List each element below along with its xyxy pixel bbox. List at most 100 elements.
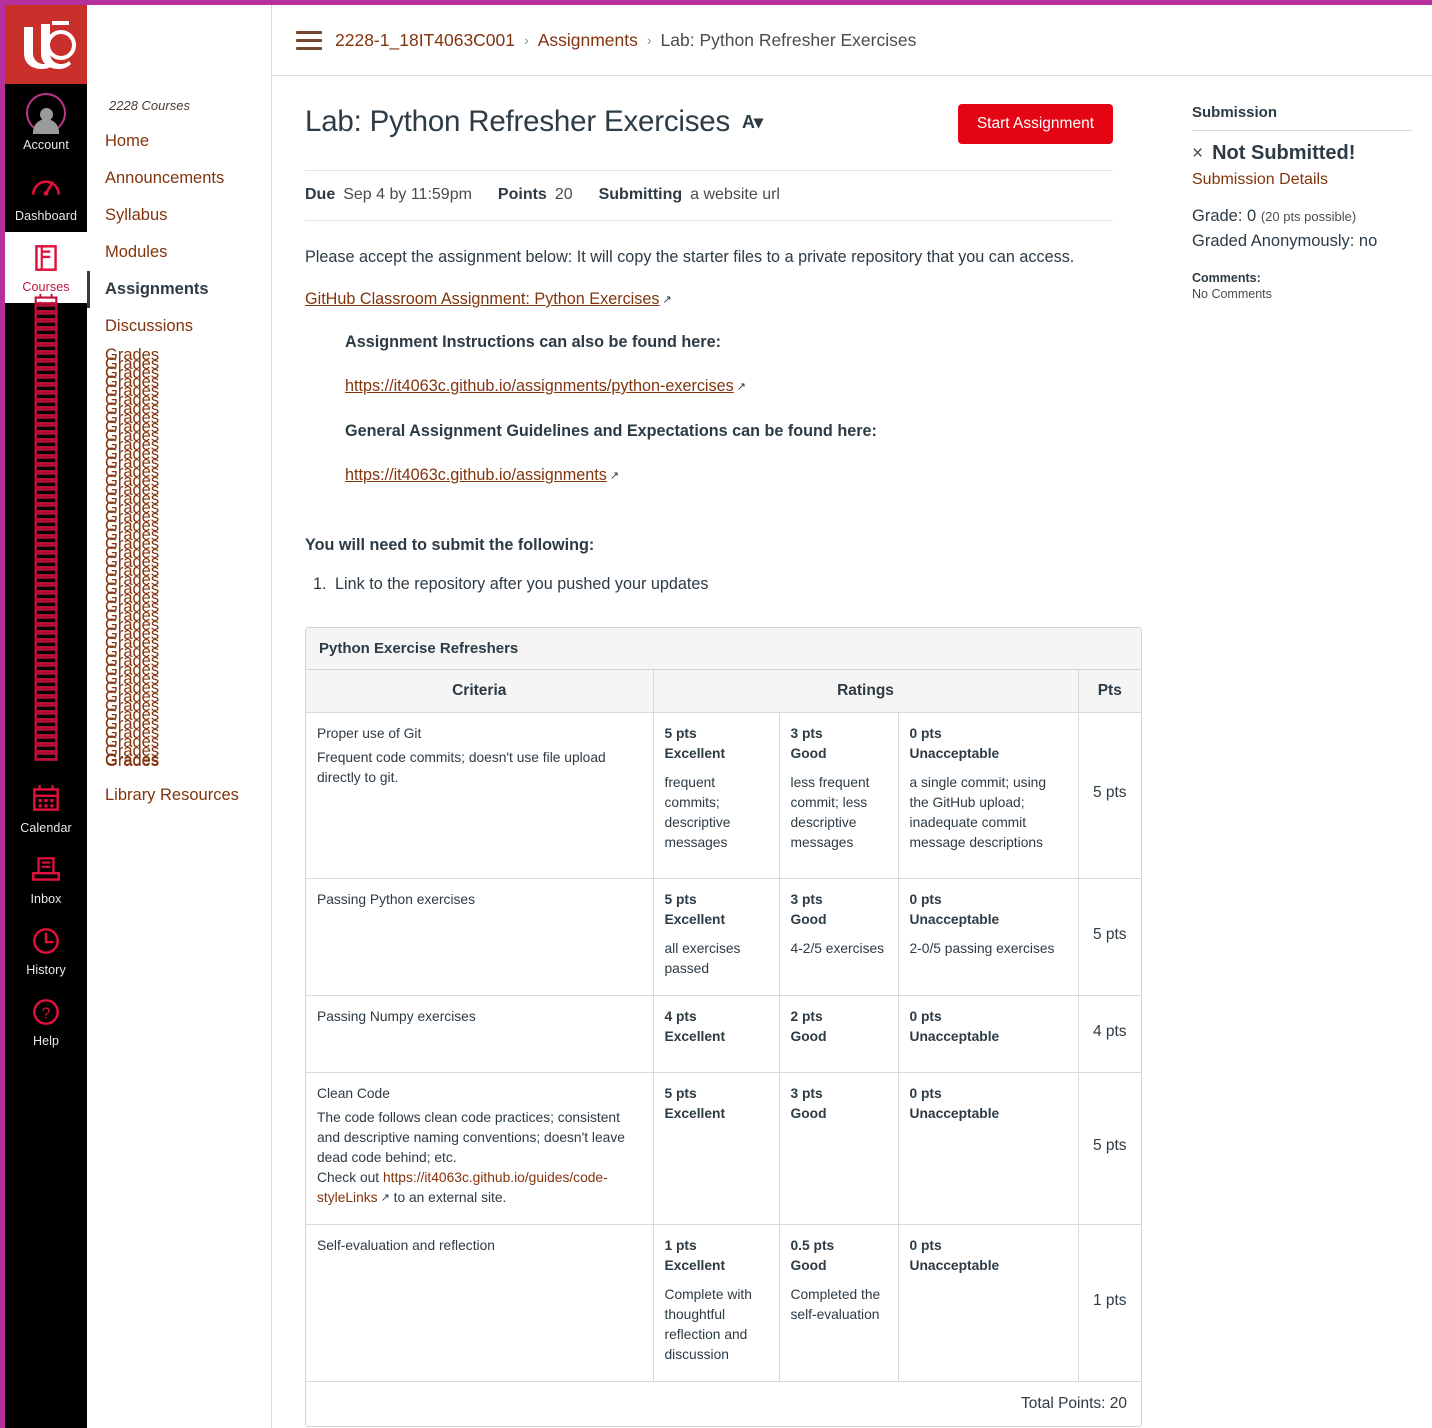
grade-value: Grade: 0: [1192, 207, 1257, 225]
course-nav-item-home[interactable]: Home: [87, 123, 271, 160]
rubric-rating-cell: 4 pts Excellent: [653, 995, 780, 1073]
history-clock-icon: [33, 928, 59, 954]
breadcrumb: 2228-1_18IT4063C001 › Assignments › Lab:…: [335, 30, 916, 51]
meta-due-value: Sep 4 by 11:59pm: [343, 186, 472, 203]
meta-submitting-label: Submitting: [598, 186, 683, 203]
global-nav-lower: Calendar Inbox History ? Help: [5, 773, 87, 1057]
rubric-rating-level: Unacceptable: [909, 746, 1000, 761]
rubric-criterion-name: Self-evaluation and reflection: [317, 1238, 495, 1253]
title-row: Lab: Python Refresher Exercises A▾ Start…: [305, 104, 1113, 144]
breadcrumb-separator-icon: ›: [524, 32, 529, 48]
meta-points-label: Points: [497, 186, 547, 203]
rubric-rating-cell: 5 pts Excellent all exercises passed: [653, 878, 780, 996]
rubric-rating-cell: 5 pts Excellent: [653, 1072, 780, 1225]
rubric-rating-description: a single commit; using the GitHub upload…: [909, 775, 1047, 850]
rubric-rating-points: 5 pts: [664, 726, 697, 741]
rubric-rating-level: Excellent: [664, 912, 726, 927]
rubric-points-cell: 5 pts: [1078, 1072, 1141, 1225]
course-nav-list: Home Announcements Syllabus Modules Assi…: [87, 123, 271, 814]
rubric-criterion-name: Passing Python exercises: [317, 892, 475, 907]
rubric-rating-points: 0 pts: [909, 726, 942, 741]
rubric-criterion-extra: Check out https://it4063c.github.io/guid…: [317, 1168, 642, 1208]
breadcrumb-course[interactable]: 2228-1_18IT4063C001: [335, 30, 515, 51]
rubric-rating-level: Excellent: [664, 746, 726, 761]
rubric-rating-cell: 0 pts Unacceptable: [898, 995, 1079, 1073]
global-nav-item-history[interactable]: History: [5, 915, 87, 986]
rubric-rating-description: all exercises passed: [664, 941, 741, 976]
breadcrumb-current: Lab: Python Refresher Exercises: [660, 29, 917, 50]
dashboard-gauge-icon: [31, 180, 61, 196]
user-avatar-icon: [26, 93, 66, 134]
global-nav-label: Calendar: [20, 821, 72, 835]
inbox-tray-icon: [32, 857, 60, 881]
external-link-icon: ↗: [736, 381, 746, 393]
course-nav-item-library-resources[interactable]: Library Resources: [87, 777, 271, 814]
assignment-intro: Please accept the assignment below: It w…: [305, 248, 1075, 266]
guidelines-link[interactable]: https://it4063c.github.io/assignments: [345, 466, 607, 484]
course-nav-item-grades[interactable]: Grades: [105, 751, 159, 772]
rubric-rating-points: 3 pts: [790, 726, 823, 741]
rubric-rating-level: Unacceptable: [909, 1106, 1000, 1121]
start-assignment-button[interactable]: Start Assignment: [957, 104, 1113, 144]
global-nav-label: Inbox: [30, 892, 62, 906]
instructions-heading: Assignment Instructions can also be foun…: [345, 333, 721, 351]
grade-line: Grade: 0 (20 pts possible): [1192, 204, 1412, 229]
page-title: Lab: Python Refresher Exercises A▾: [305, 104, 763, 140]
course-nav-item-modules[interactable]: Modules: [87, 234, 271, 271]
rubric-criterion-cell: Passing Python exercises: [306, 878, 654, 996]
code-style-link[interactable]: https://it4063c.github.io/guides/code-st…: [317, 1170, 608, 1205]
rubric-rating-points: 0.5 pts: [790, 1238, 835, 1253]
rubric-rating-cell: 3 pts Good less frequent commit; less desc…: [779, 712, 899, 879]
body-area: Lab: Python Refresher Exercises A▾ Start…: [272, 76, 1432, 1428]
status-badge: × Not Submitted!: [1192, 142, 1412, 165]
hamburger-icon[interactable]: [296, 30, 322, 50]
grade-possible: (20 pts possible): [1260, 209, 1357, 224]
main-column: 2228-1_18IT4063C001 › Assignments › Lab:…: [272, 5, 1432, 1428]
global-nav-item-help[interactable]: ? Help: [5, 986, 87, 1057]
assignment-links-block: Assignment Instructions can also be foun…: [345, 330, 1113, 489]
rubric-total-row: Total Points: 20: [306, 1381, 1141, 1426]
global-nav-item-account[interactable]: Account: [5, 84, 87, 161]
calendar-icon: [29, 747, 63, 761]
course-nav-item-announcements[interactable]: Announcements: [87, 160, 271, 197]
instructions-link[interactable]: https://it4063c.github.io/assignments/py…: [345, 377, 734, 395]
breadcrumb-assignments[interactable]: Assignments: [538, 30, 638, 51]
rubric-rating-points: 3 pts: [790, 892, 823, 907]
rubric-rating-level: Good: [790, 1029, 827, 1044]
rubric-rating-points: 0 pts: [909, 1009, 942, 1024]
rubric-rating-points: 5 pts: [664, 892, 697, 907]
course-nav-item-assignments[interactable]: Assignments: [87, 271, 271, 308]
uc-logo[interactable]: [5, 5, 87, 84]
rubric-criterion-description: The code follows clean code practices; c…: [317, 1110, 625, 1165]
global-nav-item-calendar[interactable]: Calendar: [5, 773, 87, 844]
rubric-rating-cell: 5 pts Excellent frequent commits; descript…: [653, 712, 780, 879]
rubric-rating-cell: 0 pts Unacceptable: [898, 1072, 1079, 1225]
rubric-points-cell: 5 pts: [1078, 878, 1141, 996]
grade-arrow-icon: A▾: [742, 112, 763, 132]
rubric-rating-level: Excellent: [664, 1029, 726, 1044]
rubric-rating-points: 0 pts: [909, 892, 942, 907]
submission-details-link[interactable]: Submission Details: [1192, 171, 1412, 189]
rubric-rating-description: 4-2/5 exercises: [790, 941, 885, 956]
global-navigation: Account Dashboard Courses Calendar Inbox…: [5, 5, 87, 1428]
global-nav-item-dashboard[interactable]: Dashboard: [5, 161, 87, 232]
course-nav-item-syllabus[interactable]: Syllabus: [87, 197, 271, 234]
rubric-rating-points: 0 pts: [909, 1086, 942, 1101]
global-nav-item-inbox[interactable]: Inbox: [5, 844, 87, 915]
assignment-content: Lab: Python Refresher Exercises A▾ Start…: [272, 76, 1180, 1428]
rubric-rating-description: Complete with thoughtful reflection and …: [664, 1287, 752, 1362]
page-title-text: Lab: Python Refresher Exercises: [305, 105, 731, 138]
course-nav-item-grades-glitch-stack[interactable]: Grades Grades Grades Grades Grades Grades Grad…: [87, 345, 271, 777]
rubric-rating-points: 2 pts: [790, 1009, 823, 1024]
rubric-rating-description: Completed the self-evaluation: [790, 1287, 881, 1322]
rubric-rating-points: 0 pts: [909, 1238, 942, 1253]
github-classroom-link[interactable]: GitHub Classroom Assignment: Python Exer…: [305, 290, 659, 308]
comments-block: Comments: No Comments: [1192, 271, 1412, 301]
rubric-criterion-name: Proper use of Git: [317, 726, 422, 741]
rubric-points-cell: 5 pts: [1078, 712, 1141, 879]
guidelines-heading: General Assignment Guidelines and Expect…: [345, 422, 877, 440]
course-nav-item-discussions[interactable]: Discussions: [87, 308, 271, 345]
submission-title: Submission: [1192, 104, 1412, 131]
meta-points-value: 20: [554, 186, 573, 203]
submission-sidebar: Submission × Not Submitted! Submission D…: [1180, 76, 1432, 1428]
